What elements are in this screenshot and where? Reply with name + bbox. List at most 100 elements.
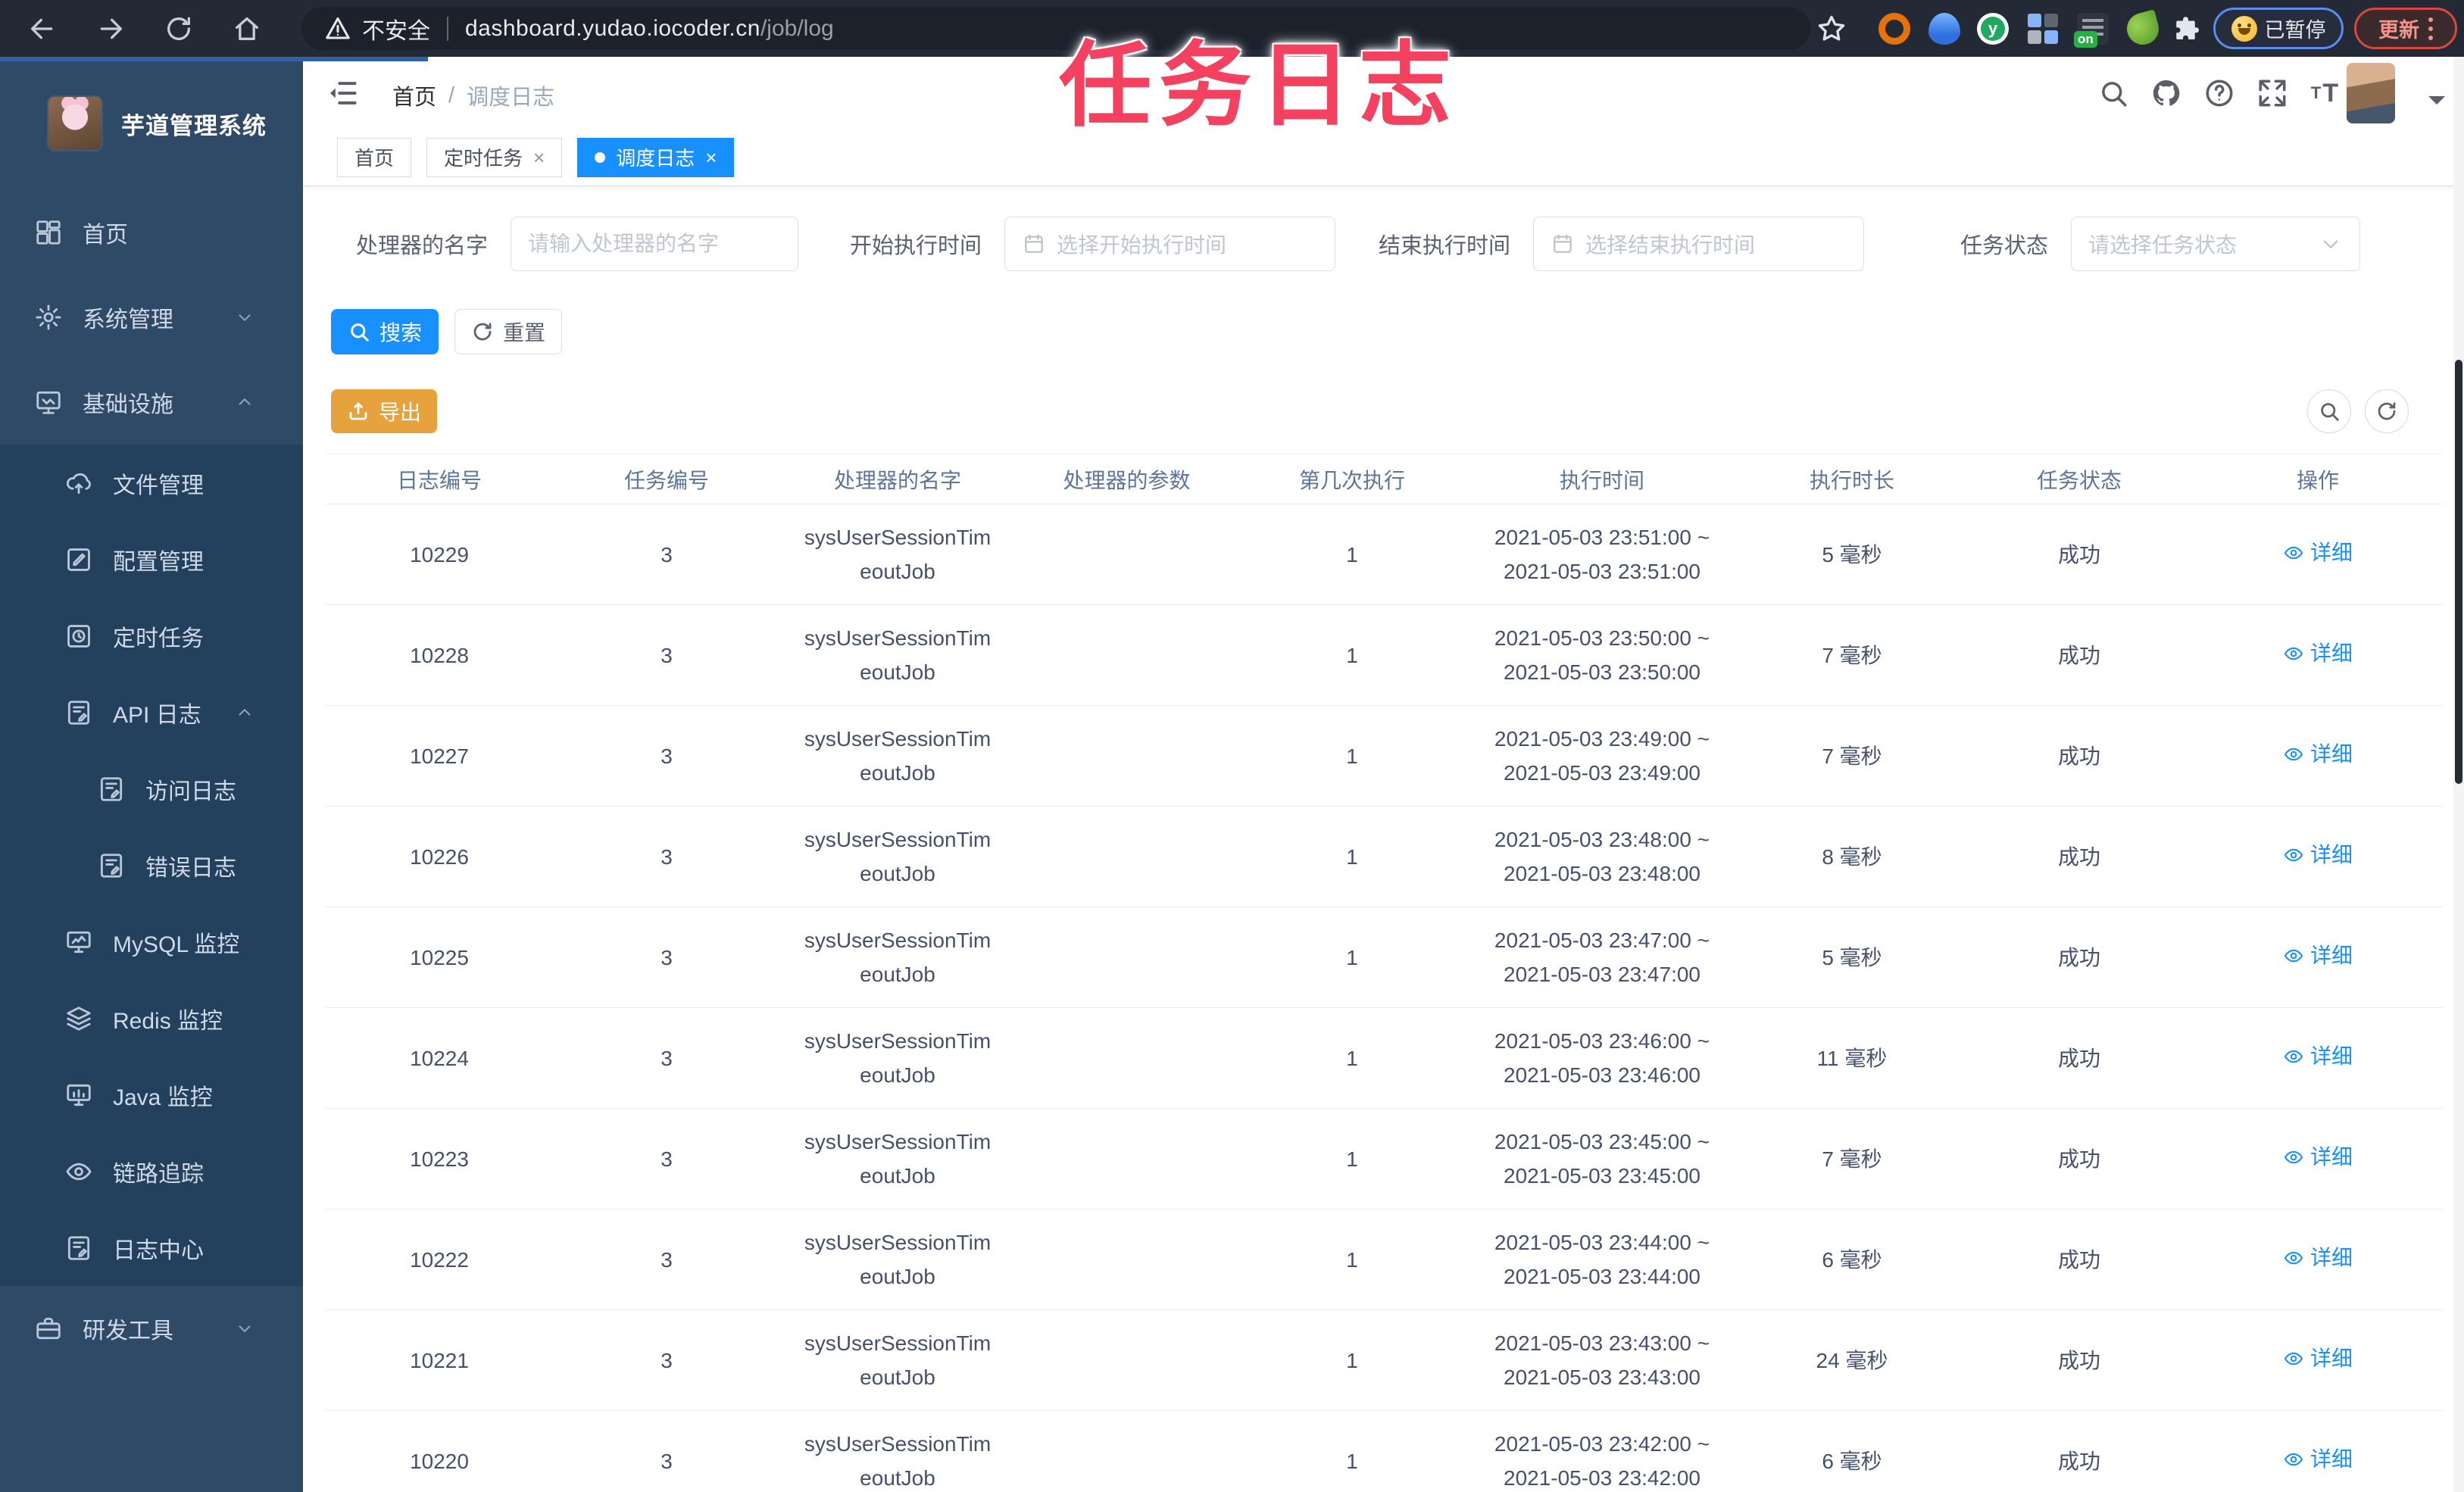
calendar-icon [1554,234,1572,253]
detail-link[interactable]: 详细 [2283,1442,2353,1476]
sidebar-item-mysql-monitor[interactable]: MySQL 监控 [0,904,303,980]
sidebar-item-error-log[interactable]: 错误日志 [0,827,303,904]
detail-link[interactable]: 详细 [2283,636,2353,670]
begin-time-date-picker[interactable]: 选择开始执行时间 [1004,217,1336,271]
detail-link[interactable]: 详细 [2283,938,2353,972]
tag-job-log[interactable]: 调度日志 × [577,137,735,177]
user-avatar[interactable] [2347,63,2395,123]
browser-forward-icon[interactable] [92,11,129,47]
refresh-table-button[interactable] [2365,389,2409,433]
detail-link[interactable]: 详细 [2283,838,2353,872]
user-menu-caret-icon[interactable] [2428,96,2445,113]
cell-handler: sysUserSessionTim eoutJob [780,1410,1015,1492]
cell-actions: 详细 [2193,1108,2443,1210]
header-search-icon[interactable] [2095,75,2131,111]
browser-home-icon[interactable] [229,11,265,47]
search-button[interactable]: 搜索 [331,309,439,354]
profile-paused-chip[interactable]: 已暂停 [2213,8,2344,49]
handler-name-input[interactable] [511,217,799,271]
cell-actions: 详细 [2193,1007,2443,1109]
extension-grid-icon[interactable] [2027,13,2059,45]
help-icon[interactable] [2201,75,2238,111]
detail-link[interactable]: 详细 [2283,1241,2353,1275]
job-status-select[interactable]: 请选择任务状态 [2071,217,2361,271]
breadcrumb-home[interactable]: 首页 [392,80,436,111]
app-logo-row[interactable]: 芋道管理系统 [0,57,303,190]
time-line2: 2021-05-03 23:44:00 [1504,1265,1700,1288]
cell-actions: 详细 [2193,504,2443,605]
browser-reload-icon[interactable] [161,11,197,47]
detail-link-label: 详细 [2309,541,2353,565]
column-header: 执行时长 [1738,454,1966,504]
handler-line2: eoutJob [860,1466,935,1490]
handler-name-input-field[interactable] [528,232,782,256]
browser-update-button[interactable]: 更新 [2354,8,2457,49]
detail-link[interactable]: 详细 [2283,1341,2353,1375]
sidebar-item-config-manage[interactable]: 配置管理 [0,521,303,598]
handler-line2: eoutJob [860,1164,935,1188]
cell-duration: 7 毫秒 [1738,604,1966,706]
detail-link[interactable]: 详细 [2283,1140,2353,1174]
cell-status: 成功 [1966,1007,2193,1109]
tag-job[interactable]: 定时任务 × [426,137,563,177]
sidebar-item-api-log[interactable]: API 日志 [0,674,303,751]
end-time-date-picker[interactable]: 选择结束执行时间 [1533,217,1865,271]
sidebar-item-scheduled-task[interactable]: 定时任务 [0,598,303,674]
close-tag-icon[interactable]: × [533,148,545,167]
detail-link[interactable]: 详细 [2283,737,2353,771]
tag-label: 调度日志 [616,147,695,170]
browser-back-icon[interactable] [24,11,61,47]
sidebar-item-label: 访问日志 [145,779,236,804]
time-line2: 2021-05-03 23:48:00 [1504,862,1700,885]
eye-icon [2284,1352,2303,1366]
time-line2: 2021-05-03 23:51:00 [1504,560,1700,583]
show-search-toggle-button[interactable] [2307,389,2351,433]
reset-button[interactable]: 重置 [454,309,562,354]
extension-leaf-icon[interactable] [2123,9,2163,48]
extension-drop-icon[interactable] [1928,13,1960,45]
extensions-puzzle-icon[interactable] [2172,13,2204,45]
time-line2: 2021-05-03 23:45:00 [1504,1164,1700,1188]
sidebar-item-access-log[interactable]: 访问日志 [0,751,303,827]
export-button[interactable]: 导出 [331,389,437,433]
sidebar-item-log-center[interactable]: 日志中心 [0,1210,303,1286]
monitor-icon [67,931,91,953]
extension-on-badge-icon[interactable]: on [2074,13,2109,48]
detail-link[interactable]: 详细 [2283,535,2353,570]
sidebar-item-file-manage[interactable]: 文件管理 [0,445,303,521]
sidebar-item-label: Java 监控 [113,1085,213,1110]
cell-duration: 7 毫秒 [1738,1108,1966,1210]
close-tag-icon[interactable]: × [705,148,717,167]
filter-label: 任务状态 [1960,234,2049,258]
extension-orange-icon[interactable] [1878,13,1910,45]
sidebar-item-dev-tools[interactable]: 研发工具 [0,1286,303,1371]
sidebar-item-home[interactable]: 首页 [0,190,303,275]
github-icon[interactable] [2148,75,2184,111]
detail-link[interactable]: 详细 [2283,1039,2353,1073]
time-line1: 2021-05-03 23:48:00 ~ [1494,828,1710,851]
page-scrollbar[interactable] [2453,57,2464,1492]
address-bar[interactable]: 不安全 dashboard.yudao.iocoder.cn /job/log [301,7,1810,50]
cell-status: 成功 [1966,1209,2193,1310]
handler-line1: sysUserSessionTim [804,626,992,650]
sidebar-item-trace[interactable]: 链路追踪 [0,1133,303,1210]
tag-home[interactable]: 首页 [337,137,412,177]
cell-log-id: 10226 [326,806,553,907]
browser-menu-dots-icon[interactable] [2428,16,2433,42]
collapse-sidebar-icon[interactable] [326,76,359,110]
sidebar-item-java-monitor[interactable]: Java 监控 [0,1057,303,1133]
extension-green-y-icon[interactable]: y [1977,13,2009,45]
time-line2: 2021-05-03 23:43:00 [1504,1366,1700,1389]
fullscreen-icon[interactable] [2254,75,2291,111]
cell-job-id: 3 [553,1007,780,1109]
sidebar-item-system-manage[interactable]: 系统管理 [0,275,303,360]
sidebar-item-infrastructure[interactable]: 基础设施 [0,360,303,445]
bookmark-star-icon[interactable] [1815,12,1848,45]
cell-job-id: 3 [553,604,780,706]
handler-line2: eoutJob [860,862,935,885]
font-size-icon[interactable]: TT [2307,75,2344,111]
time-line2: 2021-05-03 23:50:00 [1504,660,1700,684]
divider [447,16,448,41]
sidebar-item-redis-monitor[interactable]: Redis 监控 [0,980,303,1057]
page-scrollbar-thumb[interactable] [2455,360,2462,784]
